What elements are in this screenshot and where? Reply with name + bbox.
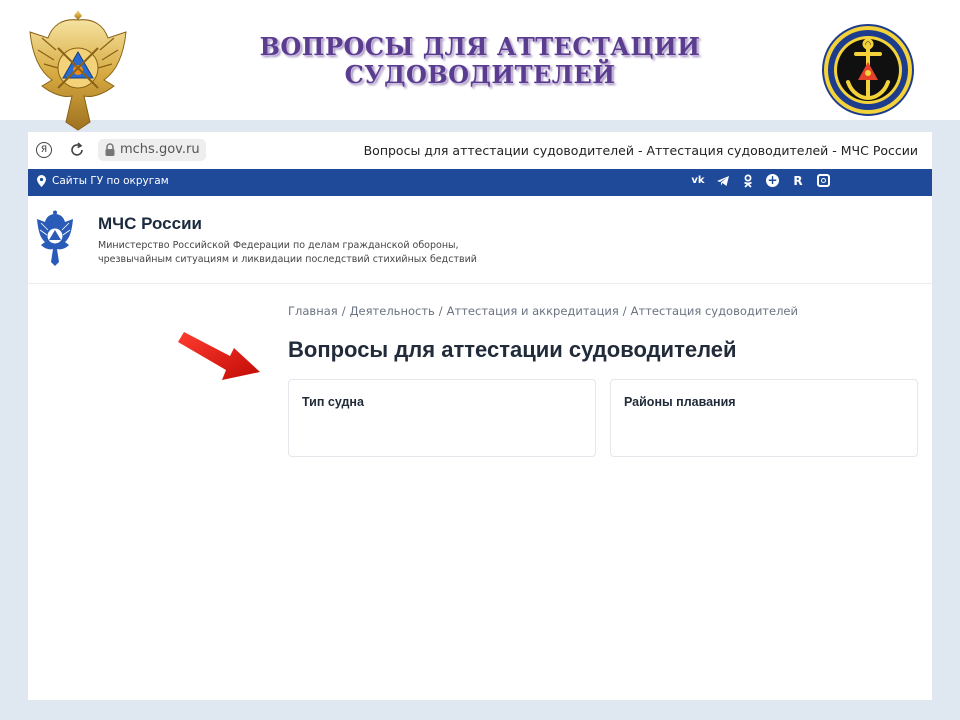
browser-address-bar: Я mchs.gov.ru Вопросы для аттестации суд… (28, 132, 932, 170)
url-field[interactable]: mchs.gov.ru (98, 139, 206, 161)
dzen-icon[interactable] (817, 174, 830, 187)
tab-title[interactable]: Вопросы для аттестации судоводителей - А… (364, 132, 918, 169)
breadcrumb-home[interactable]: Главная (288, 304, 338, 318)
breadcrumb-activity[interactable]: Деятельность (350, 304, 435, 318)
vessel-type-label: Тип судна (302, 395, 364, 409)
slide-title-line1: ВОПРОСЫ ДЛЯ АТТЕСТАЦИИ (259, 32, 701, 61)
slide-header: ВОПРОСЫ ДЛЯ АТТЕСТАЦИИ СУДОВОДИТЕЛЕЙ (0, 0, 960, 131)
vessel-type-filter[interactable]: Тип судна (288, 379, 596, 457)
site-name[interactable]: МЧС России (98, 214, 202, 234)
slide-title-line2: СУДОВОДИТЕЛЕЙ (344, 60, 616, 89)
plus-icon[interactable]: + (766, 174, 779, 187)
navigation-areas-filter[interactable]: Районы плавания (610, 379, 918, 457)
breadcrumb-separator: / (438, 304, 443, 318)
reload-icon[interactable] (68, 141, 86, 159)
top-bar: Сайты ГУ по округам vk + R (28, 169, 932, 196)
browser-window: Я mchs.gov.ru Вопросы для аттестации суд… (28, 132, 932, 700)
regions-link[interactable]: Сайты ГУ по округам (52, 169, 169, 193)
navigation-areas-label: Районы плавания (624, 395, 736, 409)
breadcrumb-separator: / (341, 304, 346, 318)
site-description: Министерство Российской Федерации по дел… (98, 240, 477, 265)
breadcrumb-attestation[interactable]: Аттестация и аккредитация (447, 304, 619, 318)
site-header: МЧС России Министерство Российской Федер… (28, 196, 932, 284)
gims-emblem-icon (822, 24, 914, 116)
vk-icon[interactable]: vk (690, 173, 706, 189)
location-pin-icon (37, 175, 46, 187)
breadcrumb-current[interactable]: Аттестация судоводителей (631, 304, 798, 318)
odnoklassniki-icon[interactable] (740, 173, 756, 189)
mchs-logo-icon[interactable] (36, 210, 74, 270)
telegram-icon[interactable] (715, 173, 731, 189)
rutube-icon[interactable]: R (790, 173, 806, 189)
page-title: Вопросы для аттестации судоводителей (288, 337, 737, 362)
breadcrumb: Главная / Деятельность / Аттестация и аккред… (288, 304, 798, 318)
lock-icon (105, 143, 115, 156)
red-arrow-icon (178, 332, 260, 380)
slide-title: ВОПРОСЫ ДЛЯ АТТЕСТАЦИИ СУДОВОДИТЕЛЕЙ (200, 33, 760, 89)
breadcrumb-separator: / (622, 304, 627, 318)
url-text: mchs.gov.ru (120, 142, 200, 157)
yandex-icon[interactable]: Я (36, 142, 52, 158)
mchs-emblem-icon (29, 10, 127, 131)
